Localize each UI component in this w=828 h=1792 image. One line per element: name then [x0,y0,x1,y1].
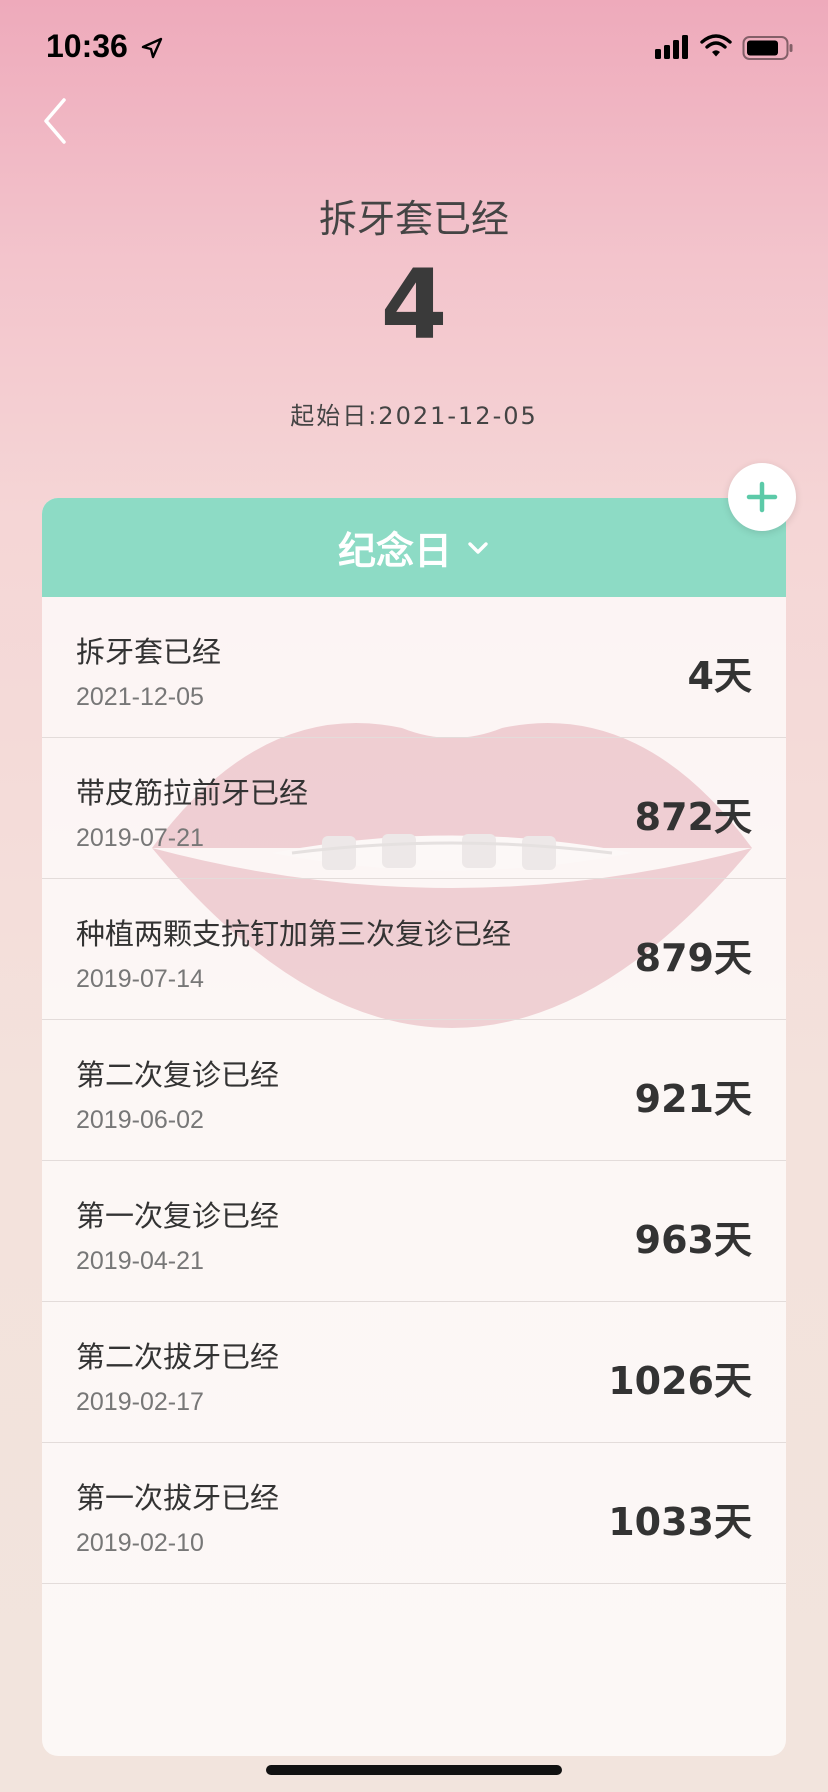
item-title: 第二次复诊已经 [76,1058,280,1092]
item-days: 921天 [634,1077,752,1121]
item-days: 1026天 [608,1359,752,1403]
item-date: 2019-06-02 [76,1106,204,1134]
item-title: 拆牙套已经 [76,635,222,669]
item-date: 2019-04-21 [76,1247,204,1275]
back-button[interactable] [38,96,74,146]
status-time: 10:36 [46,28,128,64]
page-title: 拆牙套已经 [318,197,509,241]
anniversary-list: 拆牙套已经 2021-12-05 4天 带皮筋拉前牙已经 2019-07-21 … [42,597,786,1584]
item-title: 带皮筋拉前牙已经 [76,776,309,810]
item-date: 2019-07-21 [76,824,204,852]
location-arrow-icon [141,37,163,59]
plus-icon [746,481,778,513]
item-days: 879天 [634,936,752,980]
item-title: 第一次拔牙已经 [76,1481,280,1515]
category-label: 纪念日 [337,529,452,573]
add-button[interactable] [728,463,796,531]
item-title: 第一次复诊已经 [76,1199,280,1233]
list-item[interactable]: 带皮筋拉前牙已经 2019-07-21 872天 [42,738,786,879]
item-date: 2019-02-17 [76,1388,204,1416]
item-days: 963天 [634,1218,752,1262]
home-indicator [266,1765,562,1775]
list-item[interactable]: 拆牙套已经 2021-12-05 4天 [42,597,786,738]
day-count: 4 [380,249,448,361]
item-title: 种植两颗支抗钉加第三次复诊已经 [76,917,512,951]
item-days: 4天 [687,654,752,698]
item-days: 1033天 [608,1500,752,1544]
cellular-signal-icon [655,35,688,59]
battery-icon [742,36,793,60]
item-date: 2021-12-05 [76,683,204,711]
item-title: 第二次拔牙已经 [76,1340,280,1374]
list-item[interactable]: 第二次复诊已经 2019-06-02 921天 [42,1020,786,1161]
status-bar: 10:36 [0,0,828,100]
list-item[interactable]: 第一次复诊已经 2019-04-21 963天 [42,1161,786,1302]
anniversary-card: 纪念日 拆牙套已经 2021-12-05 4天 带皮筋拉前牙已经 2019-07… [42,498,786,1756]
item-date: 2019-07-14 [76,965,204,993]
item-days: 872天 [634,795,752,839]
chevron-down-icon [468,541,488,554]
start-date: 起始日:2021-12-05 [290,402,538,430]
wifi-icon [700,34,732,57]
category-dropdown[interactable]: 纪念日 [42,498,786,597]
list-item[interactable]: 第二次拔牙已经 2019-02-17 1026天 [42,1302,786,1443]
list-item[interactable]: 第一次拔牙已经 2019-02-10 1033天 [42,1443,786,1584]
item-date: 2019-02-10 [76,1529,204,1557]
list-item[interactable]: 种植两颗支抗钉加第三次复诊已经 2019-07-14 879天 [42,879,786,1020]
